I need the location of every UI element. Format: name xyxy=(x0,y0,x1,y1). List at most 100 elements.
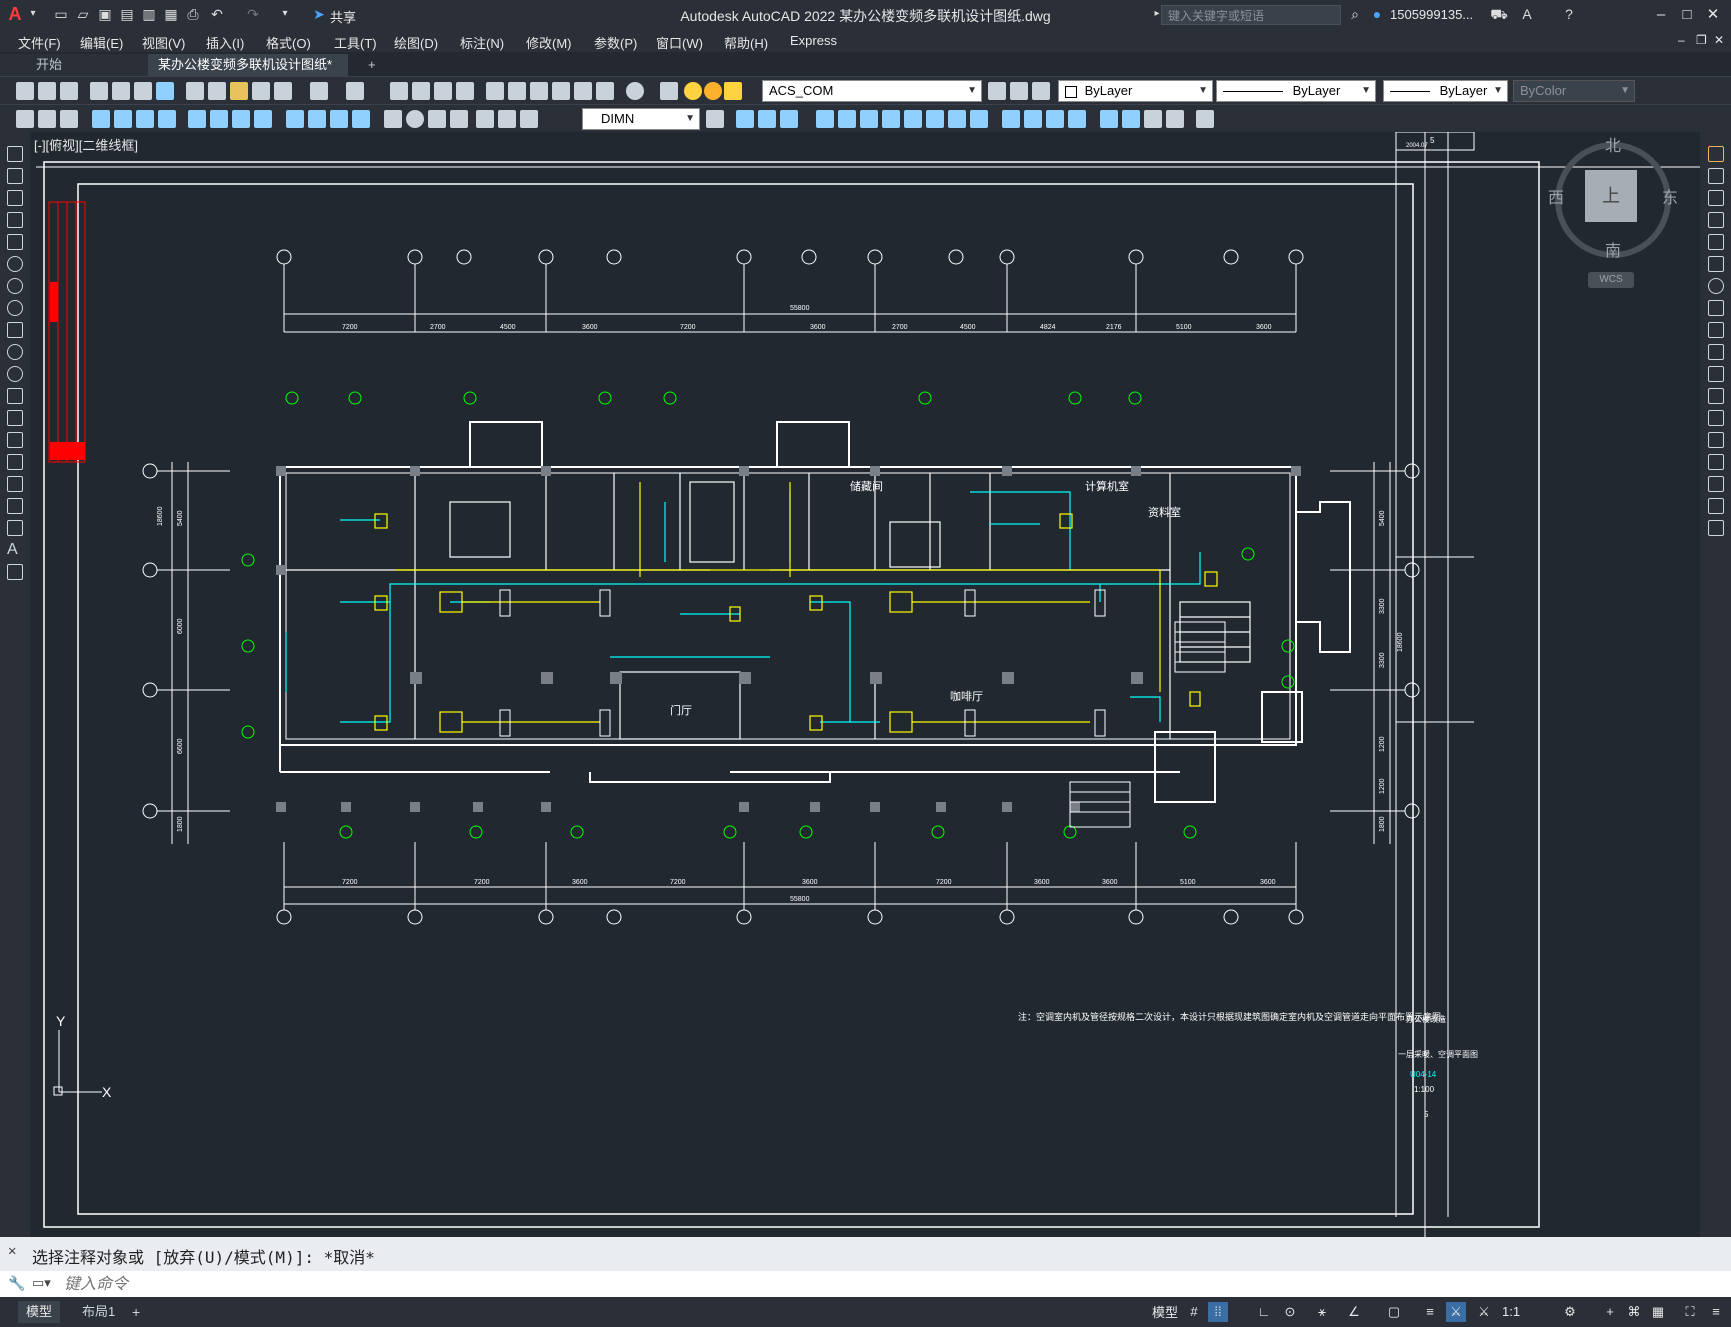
dimstyle-dropdown[interactable]: DIMN ▼ xyxy=(582,108,700,130)
viewport-controls[interactable]: [-][俯视][二维线框] xyxy=(34,135,138,154)
linetype-dropdown[interactable]: ByLayer ▼ xyxy=(1216,80,1376,102)
arc-length-icon[interactable] xyxy=(136,110,154,128)
close-command-icon[interactable]: ✕ xyxy=(8,1243,16,1259)
plotstyle-dropdown[interactable]: ByColor ▼ xyxy=(1513,80,1635,102)
arc-icon[interactable] xyxy=(7,256,23,272)
offset-icon[interactable] xyxy=(816,110,834,128)
lineweight-icon[interactable]: ≡ xyxy=(1420,1302,1440,1322)
chamfer-side-icon[interactable] xyxy=(1708,454,1724,470)
array-icon[interactable] xyxy=(838,110,856,128)
construction-line-icon[interactable] xyxy=(7,168,23,184)
auto-scale-icon[interactable]: ⚔ xyxy=(1474,1302,1494,1322)
region-icon[interactable] xyxy=(7,498,23,514)
polar-icon[interactable]: ⊙ xyxy=(1280,1302,1300,1322)
insert-block-icon[interactable] xyxy=(7,388,23,404)
3d-dwf-icon[interactable] xyxy=(156,82,174,100)
compass-south[interactable]: 南 xyxy=(1605,237,1621,261)
linear-dim-icon[interactable] xyxy=(92,110,110,128)
tolerance-icon[interactable] xyxy=(384,110,402,128)
chamfer-icon[interactable] xyxy=(1046,110,1064,128)
trim-icon[interactable] xyxy=(948,110,966,128)
drawing-canvas[interactable]: 55800 7200 2700 4500 3600 7200 3600 2700… xyxy=(30,132,1700,1237)
object-snap-tracking-icon[interactable]: ∠ xyxy=(1344,1302,1364,1322)
close-button[interactable]: ✕ xyxy=(1702,4,1724,26)
copy-side-icon[interactable] xyxy=(1708,168,1724,184)
erase-icon[interactable] xyxy=(736,110,754,128)
customize-icon[interactable]: 🔧 xyxy=(8,1275,25,1292)
extend-icon[interactable] xyxy=(970,110,988,128)
menu-view[interactable]: 视图(V) xyxy=(142,33,185,52)
menu-help[interactable]: 帮助(H) xyxy=(724,33,768,52)
autodesk-app-icon[interactable]: A xyxy=(1518,5,1536,23)
center-mark-icon[interactable] xyxy=(406,110,424,128)
menu-insert[interactable]: 插入(I) xyxy=(206,33,244,52)
wcs-menu[interactable]: WCS xyxy=(1588,272,1634,288)
zoom-previous-icon[interactable] xyxy=(456,82,474,100)
trim-side-icon[interactable] xyxy=(1708,344,1724,360)
rotate-side-icon[interactable] xyxy=(1708,278,1724,294)
publish-icon[interactable] xyxy=(134,82,152,100)
layer-properties-icon[interactable] xyxy=(660,82,678,100)
rectangle-icon[interactable] xyxy=(7,234,23,250)
dim-text-edit-icon[interactable] xyxy=(498,110,516,128)
maximize-button[interactable]: □ xyxy=(1676,4,1698,26)
preview-icon[interactable] xyxy=(112,82,130,100)
gradient-icon[interactable] xyxy=(7,476,23,492)
break-side-icon[interactable] xyxy=(1708,410,1724,426)
match-properties-icon[interactable] xyxy=(252,82,270,100)
help-icon[interactable]: ? xyxy=(1560,5,1578,23)
join-icon[interactable] xyxy=(1024,110,1042,128)
user-name[interactable]: 1505999135... xyxy=(1390,7,1473,22)
save-tool-icon[interactable] xyxy=(60,82,78,100)
dim-update-icon[interactable] xyxy=(520,110,538,128)
osnap-icon[interactable]: ▢ xyxy=(1384,1302,1404,1322)
explode-side-icon[interactable] xyxy=(1708,520,1724,536)
cart-icon[interactable]: ⛟ xyxy=(1490,5,1508,23)
pedit-icon[interactable] xyxy=(1144,110,1162,128)
layer-thaw-sun-icon[interactable] xyxy=(704,82,722,100)
stretch-icon[interactable] xyxy=(926,110,944,128)
menu-format[interactable]: 格式(O) xyxy=(266,33,311,52)
ortho-icon[interactable]: ∟ xyxy=(1254,1302,1274,1322)
blend-icon[interactable] xyxy=(1122,110,1140,128)
scale-icon[interactable] xyxy=(904,110,922,128)
menu-draw[interactable]: 绘图(D) xyxy=(394,33,438,52)
table-icon[interactable] xyxy=(7,520,23,536)
paste-icon[interactable] xyxy=(230,82,248,100)
undo-tool-icon[interactable] xyxy=(310,82,328,100)
dim-space-icon[interactable] xyxy=(352,110,370,128)
mirror-icon[interactable] xyxy=(780,110,798,128)
diameter-dim-icon[interactable] xyxy=(232,110,250,128)
qnew-icon[interactable] xyxy=(16,82,34,100)
grid-icon[interactable]: # xyxy=(1184,1302,1204,1322)
menu-dimension[interactable]: 标注(N) xyxy=(460,33,504,52)
lineweight-dropdown[interactable]: ByLayer ▼ xyxy=(1383,80,1508,102)
layer-previous-icon[interactable] xyxy=(1010,82,1028,100)
annotation-scale[interactable]: 1:1 xyxy=(1502,1304,1520,1319)
move-side-icon[interactable] xyxy=(1708,256,1724,272)
join-side-icon[interactable] xyxy=(1708,432,1724,448)
spline-icon[interactable] xyxy=(7,322,23,338)
workspace-gear-icon[interactable]: ⚙ xyxy=(1560,1302,1580,1322)
layer-on-bulb-icon[interactable] xyxy=(684,82,702,100)
model-space-button[interactable]: 模型 xyxy=(1152,1302,1178,1321)
mtext-icon[interactable]: A xyxy=(7,542,23,558)
continue-dim-icon[interactable] xyxy=(330,110,348,128)
color-dropdown[interactable]: ByLayer ▼ xyxy=(1058,80,1213,102)
dim-tool-icon[interactable] xyxy=(38,110,56,128)
doc-minimize-button[interactable]: – xyxy=(1678,33,1685,47)
compass-east[interactable]: 东 xyxy=(1662,184,1678,208)
ellipse-icon[interactable] xyxy=(7,344,23,360)
minimize-button[interactable]: – xyxy=(1650,4,1672,26)
menu-parameter[interactable]: 参数(P) xyxy=(594,33,637,52)
revision-cloud-icon[interactable] xyxy=(7,300,23,316)
angular-dim-icon[interactable] xyxy=(254,110,272,128)
tab-drawing[interactable]: 某办公楼变频多联机设计图纸* ✕ xyxy=(148,54,348,94)
mirror-side-icon[interactable] xyxy=(1708,190,1724,206)
fillet-side-icon[interactable] xyxy=(1708,476,1724,492)
fillet-icon[interactable] xyxy=(1068,110,1086,128)
quickcalc-icon[interactable] xyxy=(596,82,614,100)
dim-tool-icon[interactable] xyxy=(16,110,34,128)
scale-side-icon[interactable] xyxy=(1708,300,1724,316)
polygon-icon[interactable] xyxy=(7,212,23,228)
